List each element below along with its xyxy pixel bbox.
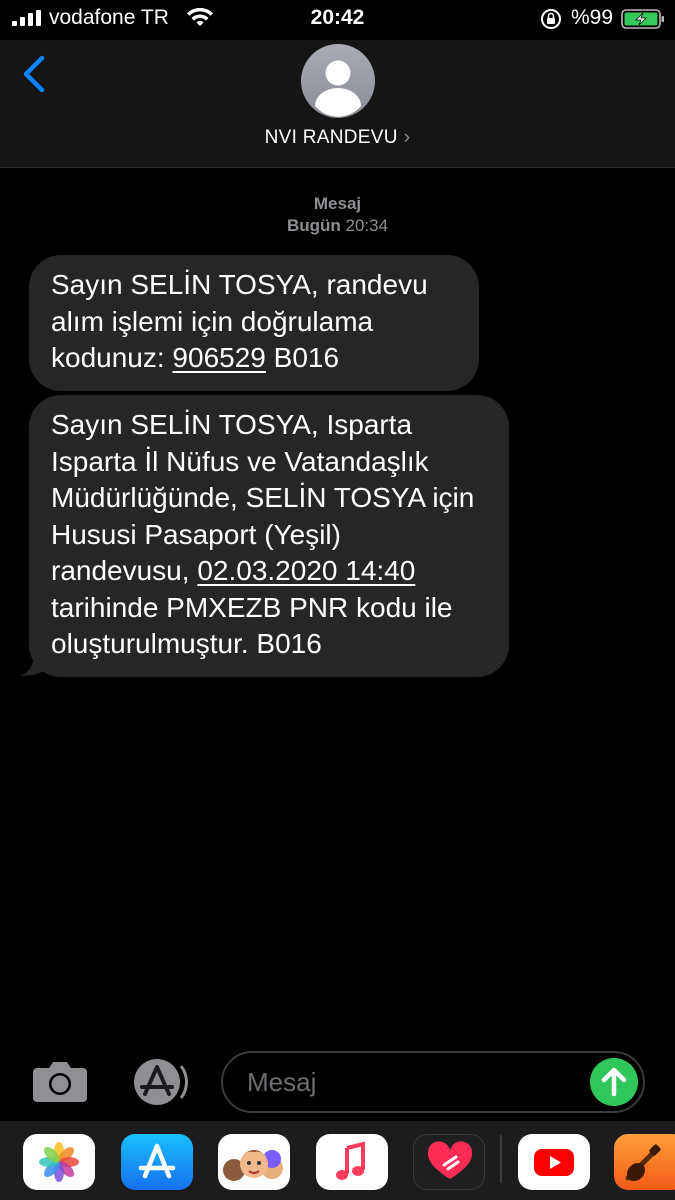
status-bar: vodafone TR 20:42 %99 <box>0 0 675 40</box>
date-link[interactable]: 02.03.2020 14:40 <box>197 555 415 586</box>
memoji-icon[interactable] <box>218 1134 290 1190</box>
photos-icon[interactable] <box>23 1134 95 1190</box>
message-text: B016 <box>265 342 340 373</box>
app-store-icon[interactable] <box>125 1058 191 1106</box>
message-text: tarihinde PMXEZB PNR kodu ile oluşturulm… <box>51 591 453 660</box>
youtube-icon[interactable] <box>518 1134 590 1190</box>
send-arrow-icon[interactable] <box>590 1058 638 1106</box>
back-chevron-icon[interactable] <box>20 52 50 96</box>
garageband-icon[interactable] <box>614 1134 675 1190</box>
digital-touch-icon[interactable] <box>413 1134 485 1190</box>
drawer-divider <box>500 1135 502 1183</box>
timestamp-day: Bugün <box>286 216 341 235</box>
battery-charging-icon <box>621 9 664 29</box>
chevron-right-icon: › <box>403 127 411 148</box>
app-drawer <box>0 1121 675 1200</box>
contact-name-label: NVI RANDEVU <box>264 127 398 148</box>
camera-icon[interactable] <box>31 1058 89 1104</box>
verification-code-link[interactable]: 906529 <box>172 342 265 373</box>
contact-name[interactable]: NVI RANDEVU › <box>0 127 675 149</box>
message-timestamp: Bugün 20:34 <box>0 216 675 236</box>
person-silhouette-icon <box>315 60 361 117</box>
timestamp-time: 20:34 <box>345 216 389 235</box>
battery-percentage: %99 <box>571 6 614 29</box>
appstore-icon[interactable] <box>121 1134 193 1190</box>
music-icon[interactable] <box>316 1134 388 1190</box>
service-label: Mesaj <box>313 194 362 213</box>
orientation-lock-icon <box>541 9 561 29</box>
contact-avatar[interactable] <box>301 44 375 118</box>
message-bubble[interactable]: Sayın SELİN TOSYA, Isparta Isparta İl Nü… <box>29 395 509 677</box>
bubble-tail <box>20 640 50 676</box>
message-input[interactable] <box>221 1051 645 1113</box>
conversation-header: NVI RANDEVU › <box>0 40 675 168</box>
message-bubble[interactable]: Sayın SELİN TOSYA, randevu alım işlemi i… <box>29 255 479 391</box>
